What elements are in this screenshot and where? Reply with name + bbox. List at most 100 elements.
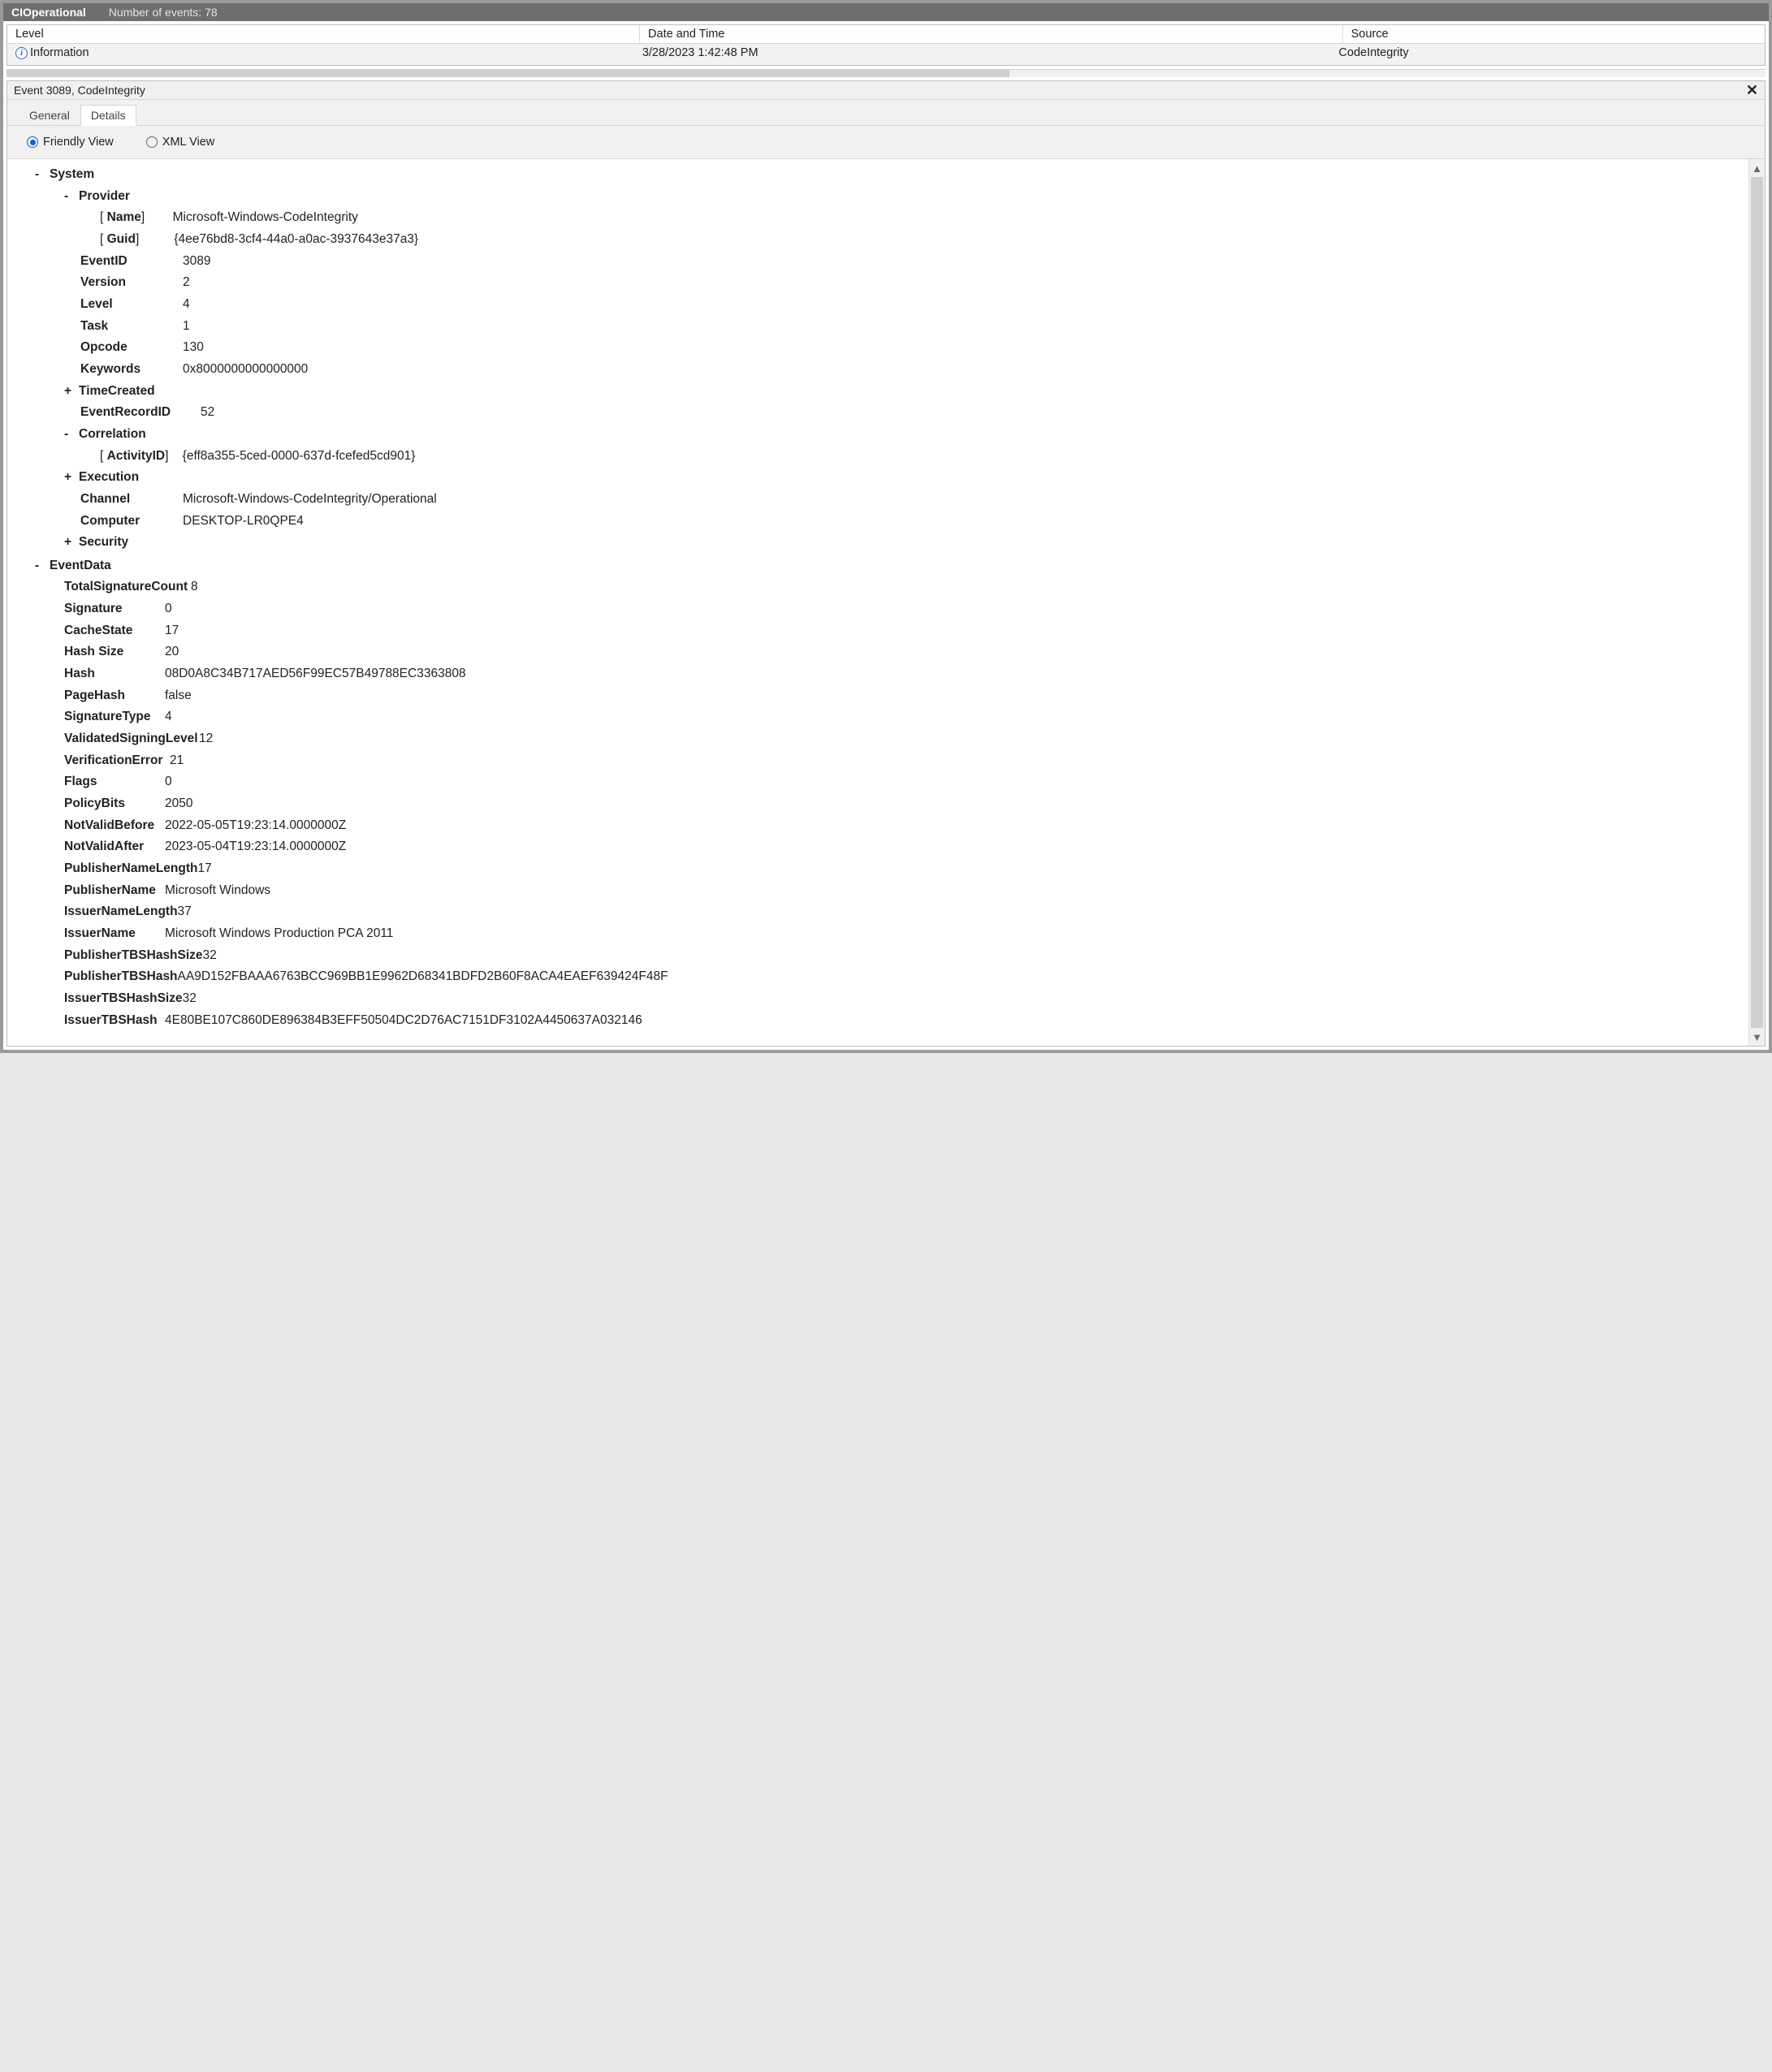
eventdata-key: Hash Size xyxy=(64,641,165,663)
eventdata-key: NotValidAfter xyxy=(64,836,165,858)
eventdata-key: PublisherNameLength xyxy=(64,858,198,880)
node-provider: Provider xyxy=(79,186,130,208)
eventdata-value: 20 xyxy=(165,641,179,663)
eventdata-key: PolicyBits xyxy=(64,793,165,815)
eventdata-value: 37 xyxy=(178,901,192,923)
section-eventdata: EventData xyxy=(50,555,111,577)
tab-details[interactable]: Details xyxy=(80,105,136,126)
row-date: 3/28/2023 1:42:48 PM xyxy=(642,46,1339,59)
vertical-scrollbar[interactable]: ▲ ▼ xyxy=(1748,159,1765,1046)
eventdata-row: Flags0 xyxy=(64,771,1745,793)
grid-header: Level Date and Time Source xyxy=(7,25,1765,44)
col-source[interactable]: Source xyxy=(1343,25,1765,43)
detail-tabs: General Details xyxy=(7,100,1765,126)
eventdata-row: Signature0 xyxy=(64,598,1745,620)
eventdata-value: 0 xyxy=(165,598,172,620)
collapse-icon[interactable]: - xyxy=(64,424,79,446)
eventdata-key: PageHash xyxy=(64,685,165,707)
eventdata-value: AA9D152FBAAA6763BCC969BB1E9962D68341BDFD… xyxy=(178,966,668,988)
eventdata-row: IssuerTBSHashSize32 xyxy=(64,988,1745,1010)
v-level: 4 xyxy=(183,294,190,316)
title-subtitle: Number of events: 78 xyxy=(109,6,218,19)
eventdata-key: PublisherName xyxy=(64,880,165,902)
expand-icon[interactable]: + xyxy=(64,467,79,489)
eventdata-key: Hash xyxy=(64,663,165,685)
collapse-icon[interactable]: - xyxy=(64,186,79,208)
v-eventrecordid: 52 xyxy=(201,402,214,424)
eventdata-row: IssuerNameLength37 xyxy=(64,901,1745,923)
scroll-up-icon[interactable]: ▲ xyxy=(1749,159,1765,177)
radio-icon xyxy=(27,136,38,148)
eventdata-row: PublisherNameMicrosoft Windows xyxy=(64,880,1745,902)
eventdata-key: CacheState xyxy=(64,620,165,642)
vertical-scrollbar-thumb[interactable] xyxy=(1751,177,1763,1028)
eventdata-row: PublisherTBSHashAA9D152FBAAA6763BCC969BB… xyxy=(64,966,1745,988)
eventdata-row: ValidatedSigningLevel12 xyxy=(64,728,1745,750)
v-opcode: 130 xyxy=(183,337,204,359)
eventdata-row: CacheState17 xyxy=(64,620,1745,642)
eventdata-row: PublisherNameLength17 xyxy=(64,858,1745,880)
radio-friendly-view[interactable]: Friendly View xyxy=(27,136,114,149)
col-date[interactable]: Date and Time xyxy=(640,25,1343,43)
col-level[interactable]: Level xyxy=(7,25,640,43)
k-opcode: Opcode xyxy=(80,337,183,359)
eventdata-row: PageHashfalse xyxy=(64,685,1745,707)
detail-title: Event 3089, CodeIntegrity xyxy=(14,84,145,97)
eventdata-value: 4E80BE107C860DE896384B3EFF50504DC2D76AC7… xyxy=(165,1010,642,1032)
expand-icon[interactable]: + xyxy=(64,532,79,554)
node-execution: Execution xyxy=(79,467,139,489)
k-version: Version xyxy=(80,272,183,294)
detail-header: Event 3089, CodeIntegrity ✕ xyxy=(7,81,1765,100)
row-source: CodeIntegrity xyxy=(1338,46,1757,59)
k-eventid: EventID xyxy=(80,251,183,273)
attr-name-value: Microsoft-Windows-CodeIntegrity xyxy=(173,207,358,229)
k-keywords: Keywords xyxy=(80,359,183,381)
eventdata-value: 17 xyxy=(165,620,179,642)
eventdata-value: 32 xyxy=(203,945,217,967)
eventdata-key: Flags xyxy=(64,771,165,793)
eventdata-key: SignatureType xyxy=(64,706,165,728)
tab-general[interactable]: General xyxy=(19,105,80,126)
event-detail-pane: Event 3089, CodeIntegrity ✕ General Deta… xyxy=(6,80,1766,1047)
k-eventrecordid: EventRecordID xyxy=(80,402,201,424)
row-level: Information xyxy=(30,46,89,59)
node-security: Security xyxy=(79,532,128,554)
k-task: Task xyxy=(80,316,183,338)
horizontal-scrollbar[interactable] xyxy=(6,69,1766,77)
eventdata-value: 2022-05-05T19:23:14.0000000Z xyxy=(165,815,346,837)
node-timecreated: TimeCreated xyxy=(79,381,155,403)
attr-name-label: Name xyxy=(107,210,141,224)
detail-content: - System - Provider [ Name] Microsoft-Wi… xyxy=(7,159,1748,1046)
k-level: Level xyxy=(80,294,183,316)
eventdata-value: 32 xyxy=(183,988,197,1010)
close-icon[interactable]: ✕ xyxy=(1746,84,1758,96)
expand-icon[interactable]: + xyxy=(64,381,79,403)
eventdata-row: NotValidAfter2023-05-04T19:23:14.0000000… xyxy=(64,836,1745,858)
eventdata-row: TotalSignatureCount8 xyxy=(64,576,1745,598)
attr-activityid-label: ActivityID xyxy=(107,449,166,463)
eventdata-value: 8 xyxy=(191,576,198,598)
eventdata-key: TotalSignatureCount xyxy=(64,576,191,598)
grid-row[interactable]: i Information 3/28/2023 1:42:48 PM CodeI… xyxy=(7,44,1765,65)
horizontal-scrollbar-thumb[interactable] xyxy=(6,70,1009,77)
section-system: System xyxy=(50,164,94,186)
information-icon: i xyxy=(15,47,28,59)
attr-guid-value: {4ee76bd8-3cf4-44a0-a0ac-3937643e37a3} xyxy=(174,229,418,251)
v-channel: Microsoft-Windows-CodeIntegrity/Operatio… xyxy=(183,489,437,511)
eventdata-row: SignatureType4 xyxy=(64,706,1745,728)
radio-xml-view[interactable]: XML View xyxy=(146,136,214,149)
collapse-icon[interactable]: - xyxy=(35,555,50,577)
attr-activityid-value: {eff8a355-5ced-0000-637d-fcefed5cd901} xyxy=(183,446,416,468)
eventdata-key: IssuerTBSHash xyxy=(64,1010,165,1032)
v-computer: DESKTOP-LR0QPE4 xyxy=(183,511,304,533)
scroll-down-icon[interactable]: ▼ xyxy=(1749,1028,1765,1046)
eventdata-value: 0 xyxy=(165,771,172,793)
eventdata-key: PublisherTBSHashSize xyxy=(64,945,203,967)
eventdata-value: 17 xyxy=(198,858,212,880)
view-mode-row: Friendly View XML View xyxy=(7,126,1765,159)
collapse-icon[interactable]: - xyxy=(35,164,50,186)
k-computer: Computer xyxy=(80,511,183,533)
attr-guid-label: Guid xyxy=(107,232,136,246)
eventdata-row: Hash Size20 xyxy=(64,641,1745,663)
title-bar: CIOperational Number of events: 78 xyxy=(3,3,1769,21)
